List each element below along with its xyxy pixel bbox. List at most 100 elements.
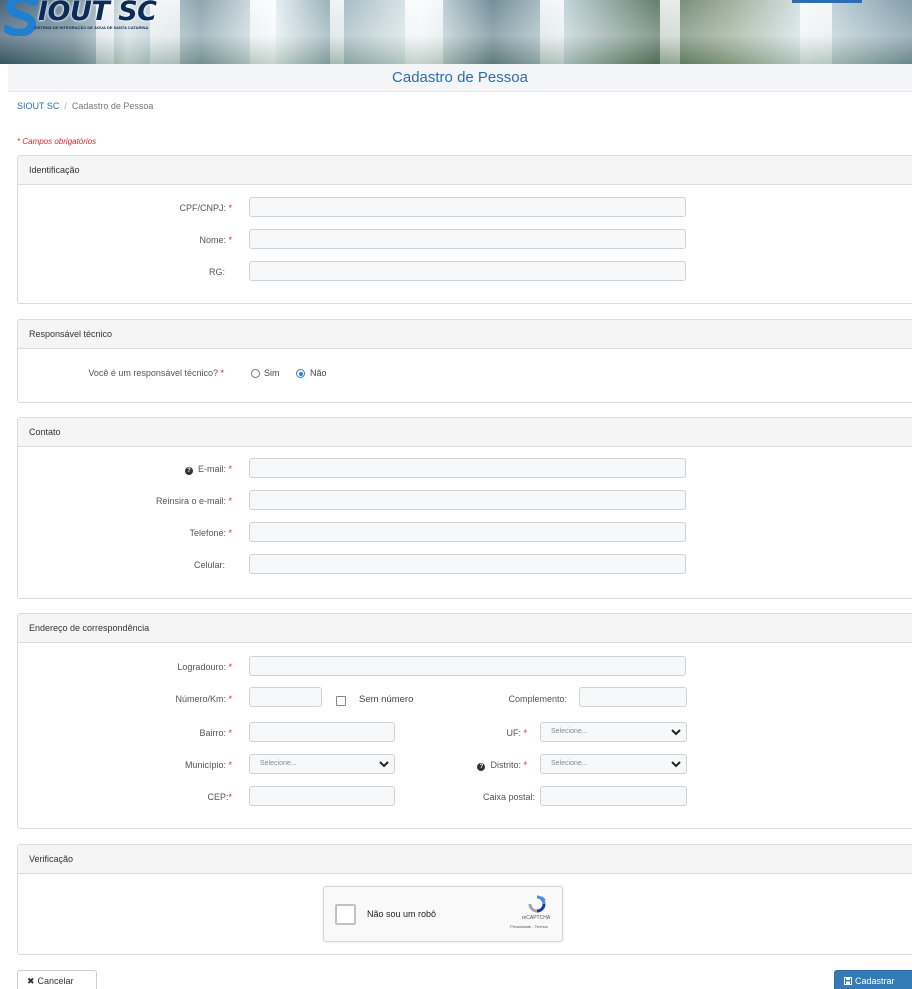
email-label-text: E-mail: [197, 464, 226, 474]
sem-numero-checkbox[interactable] [336, 696, 346, 706]
header-banner: IOUT SC SISTEMA DE INTEGRAÇÃO DE ÁGUA DE… [0, 0, 912, 64]
celular-label: Celular: [193, 560, 225, 570]
page-title: Cadastro de Pessoa [8, 64, 912, 92]
logo-s-icon [4, 0, 38, 36]
email-label: ? E-mail: * [184, 464, 232, 475]
telefone-label-text: Telefone: [189, 528, 226, 538]
recaptcha-terms-link[interactable]: Privacidade - Termos [494, 924, 564, 929]
complemento-label: Complemento: [508, 694, 567, 704]
panel-contato: Contato ? E-mail: * Reinsira o e-mail: * … [17, 417, 912, 599]
distrito-label: ? Distrito: * [477, 760, 527, 771]
required-star: * [220, 368, 224, 378]
municipio-select[interactable]: Selecione... [249, 754, 395, 774]
required-star: * [228, 760, 232, 770]
cadastrar-button-label: Cadastrar [855, 976, 895, 986]
bairro-label-text: Bairro: [199, 728, 226, 738]
panel-title-identificacao: Identificação [18, 156, 912, 185]
numero-label-text: Número/Km: [175, 694, 226, 704]
cep-input[interactable] [249, 786, 395, 806]
cep-label-text: CEP: [207, 792, 229, 802]
celular-input[interactable] [249, 554, 686, 574]
cep-label: CEP:* [207, 792, 232, 802]
cpf-cnpj-input[interactable] [249, 197, 686, 217]
nome-input[interactable] [249, 229, 686, 249]
complemento-input[interactable] [579, 687, 687, 707]
required-star: * [228, 694, 232, 704]
caixa-postal-input[interactable] [540, 786, 687, 806]
reemail-label: Reinsira o e-mail: * [156, 496, 232, 506]
logradouro-label: Logradouro: * [177, 662, 232, 672]
breadcrumb-separator: / [64, 101, 67, 111]
radio-sim-label[interactable]: Sim [264, 368, 280, 378]
close-icon: ✖ [27, 976, 35, 986]
telefone-input[interactable] [249, 522, 686, 542]
help-icon[interactable]: ? [184, 467, 193, 475]
breadcrumb: SIOUT SC / Cadastro de Pessoa [17, 101, 153, 111]
required-star: * [523, 728, 527, 738]
responsavel-question: Você é um responsável técnico? * [88, 368, 224, 378]
caixa-postal-label: Caixa postal: [482, 792, 535, 802]
responsavel-question-text: Você é um responsável técnico? [88, 368, 218, 378]
chevron-down-icon [671, 729, 681, 736]
reemail-input[interactable] [249, 490, 686, 510]
required-star: * [523, 760, 527, 770]
uf-selected-value: Selecione... [551, 728, 588, 735]
uf-label: UF: * [506, 728, 527, 738]
required-star: * [228, 235, 232, 245]
panel-identificacao: Identificação CPF/CNPJ: * Nome: * RG: [17, 155, 912, 304]
recaptcha-brand: reCAPTCHA [521, 915, 551, 921]
panel-title-contato: Contato [18, 418, 912, 447]
cancel-button[interactable]: ✖ Cancelar [17, 970, 97, 989]
required-star: * [228, 203, 232, 213]
panel-endereco: Endereço de correspondência Logradouro: … [17, 613, 912, 829]
panel-title-responsavel: Responsável técnico [18, 320, 912, 349]
save-icon [844, 977, 852, 985]
municipio-selected-value: Selecione... [260, 760, 297, 767]
required-fields-note: * Campos obrigatórios [17, 137, 97, 146]
logradouro-label-text: Logradouro: [177, 662, 226, 672]
cadastrar-button[interactable]: Cadastrar [834, 970, 912, 989]
logo-subtitle: SISTEMA DE INTEGRAÇÃO DE ÁGUA DE SANTA C… [34, 25, 149, 30]
nome-label: Nome: * [199, 235, 232, 245]
uf-label-text: UF: [506, 728, 521, 738]
recaptcha-label: Não sou um robô [367, 909, 437, 919]
help-icon[interactable]: ? [477, 763, 486, 771]
logo-text: IOUT SC [38, 0, 157, 27]
radio-nao[interactable] [296, 369, 305, 378]
bairro-label: Bairro: * [199, 728, 232, 738]
cpf-label: CPF/CNPJ: * [179, 203, 232, 213]
breadcrumb-current: Cadastro de Pessoa [71, 101, 154, 111]
breadcrumb-home-link[interactable]: SIOUT SC [17, 101, 59, 111]
nome-label-text: Nome: [199, 235, 226, 245]
numero-label: Número/Km: * [175, 694, 232, 704]
panel-title-verificacao: Verificação [18, 845, 912, 874]
sem-numero-label[interactable]: Sem número [359, 694, 413, 705]
distrito-select[interactable]: Selecione... [540, 754, 687, 774]
banner-top-button[interactable] [792, 0, 862, 3]
municipio-label-text: Município: [184, 760, 226, 770]
radio-sim[interactable] [251, 369, 260, 378]
required-star: * [228, 464, 232, 474]
municipio-label: Município: * [185, 760, 232, 770]
rg-label: RG: [208, 267, 225, 277]
cancel-button-label: Cancelar [37, 976, 74, 986]
app-logo[interactable]: IOUT SC SISTEMA DE INTEGRAÇÃO DE ÁGUA DE… [4, 0, 184, 46]
required-star: * [228, 662, 232, 672]
required-star: * [228, 728, 232, 738]
panel-verificacao: Verificação Não sou um robô reCAPTCHA Pr… [17, 844, 912, 955]
reemail-label-text: Reinsira o e-mail: [155, 496, 226, 506]
distrito-selected-value: Selecione... [551, 760, 588, 767]
bairro-input[interactable] [249, 722, 395, 742]
numero-input[interactable] [249, 687, 322, 707]
recaptcha-checkbox[interactable] [335, 904, 356, 925]
uf-select[interactable]: Selecione... [540, 722, 687, 742]
logradouro-input[interactable] [249, 656, 686, 676]
rg-input[interactable] [249, 261, 686, 281]
required-star: * [228, 528, 232, 538]
chevron-down-icon [379, 761, 389, 768]
telefone-label: Telefone: * [189, 528, 232, 538]
required-star: * [228, 496, 232, 506]
radio-nao-label[interactable]: Não [310, 368, 327, 378]
panel-title-endereco: Endereço de correspondência [18, 614, 912, 643]
email-input[interactable] [249, 458, 686, 478]
